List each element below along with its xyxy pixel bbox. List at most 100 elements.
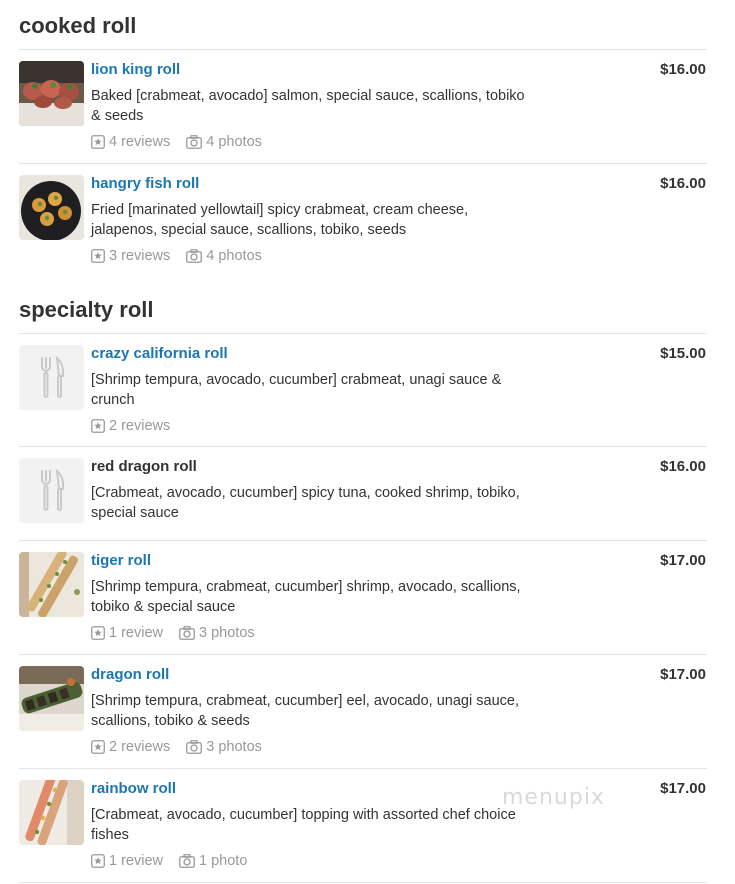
menu-item-tiger-roll: tiger roll $17.00 [Shrimp tempura, crabm… xyxy=(19,552,707,644)
item-meta: 2 reviews xyxy=(91,417,186,435)
item-photo[interactable] xyxy=(19,780,84,845)
item-meta: 1 review 3 photos xyxy=(91,624,271,642)
item-name-link[interactable]: dragon roll xyxy=(91,666,169,684)
photos-link[interactable]: 3 photos xyxy=(179,624,255,642)
description-line: & seeds xyxy=(91,108,144,124)
section-title-specialty-roll: specialty roll xyxy=(19,297,154,322)
item-photo[interactable] xyxy=(19,175,84,240)
reviews-count: 1 review xyxy=(109,625,163,641)
photos-link[interactable]: 4 photos xyxy=(186,133,262,151)
section-divider xyxy=(19,49,707,50)
reviews-link[interactable]: 1 review xyxy=(91,852,163,870)
description-line: [Shrimp tempura, crabmeat, cucumber] shr… xyxy=(91,579,521,595)
photos-link[interactable]: 4 photos xyxy=(186,247,262,265)
description-line: Fried [marinated yellowtail] spicy crabm… xyxy=(91,202,469,218)
item-description: Fried [marinated yellowtail] spicy crabm… xyxy=(91,200,561,240)
item-price: $16.00 xyxy=(660,458,706,475)
reviews-link[interactable]: 3 reviews xyxy=(91,247,170,265)
item-photo-placeholder xyxy=(19,458,84,523)
photos-count: 1 photo xyxy=(199,853,248,869)
item-name-link[interactable]: tiger roll xyxy=(91,552,151,570)
item-meta: 4 reviews 4 photos xyxy=(91,133,278,151)
reviews-count: 1 review xyxy=(109,853,163,869)
star-badge-icon xyxy=(91,135,105,149)
photos-count: 4 photos xyxy=(206,248,262,264)
item-description: [Shrimp tempura, crabmeat, cucumber] shr… xyxy=(91,577,561,617)
item-photo-placeholder xyxy=(19,345,84,410)
description-line: scallions, tobiko & seeds xyxy=(91,713,250,729)
section-divider xyxy=(19,333,707,334)
menu-item-red-dragon-roll: red dragon roll $16.00 [Crabmeat, avocad… xyxy=(19,458,707,530)
item-photo[interactable] xyxy=(19,666,84,731)
description-line: Baked [crabmeat, avocado] salmon, specia… xyxy=(91,88,525,104)
item-description: [Crabmeat, avocado, cucumber] spicy tuna… xyxy=(91,483,561,523)
reviews-link[interactable]: 2 reviews xyxy=(91,738,170,756)
item-description: [Shrimp tempura, crabmeat, cucumber] eel… xyxy=(91,691,561,731)
camera-icon xyxy=(186,249,203,263)
camera-icon xyxy=(179,854,195,868)
item-description: Baked [crabmeat, avocado] salmon, specia… xyxy=(91,86,561,126)
section-title-cooked-roll: cooked roll xyxy=(19,13,137,38)
description-line: fishes xyxy=(91,827,129,843)
reviews-count: 2 reviews xyxy=(109,739,171,755)
item-divider xyxy=(19,446,707,447)
star-badge-icon xyxy=(91,419,105,433)
item-divider xyxy=(19,163,707,164)
photos-count: 3 photos xyxy=(206,739,262,755)
menu-item-lion-king-roll: lion king roll $16.00 Baked [crabmeat, a… xyxy=(19,61,707,153)
camera-icon xyxy=(186,135,203,149)
description-line: tobiko & special sauce xyxy=(91,599,236,615)
description-line: [Crabmeat, avocado, cucumber] spicy tuna… xyxy=(91,485,520,501)
item-name-link[interactable]: lion king roll xyxy=(91,61,180,79)
reviews-count: 3 reviews xyxy=(109,248,171,264)
item-divider xyxy=(19,540,707,541)
star-badge-icon xyxy=(91,740,105,754)
item-name-link[interactable]: crazy california roll xyxy=(91,345,228,363)
description-line: crunch xyxy=(91,392,135,408)
description-line: [Crabmeat, avocado, cucumber] topping wi… xyxy=(91,807,516,823)
item-meta: 3 reviews 4 photos xyxy=(91,247,278,265)
item-price: $15.00 xyxy=(660,345,706,362)
reviews-link[interactable]: 4 reviews xyxy=(91,133,170,151)
reviews-count: 2 reviews xyxy=(109,418,171,434)
watermark: menupix xyxy=(502,785,605,810)
item-name-link[interactable]: rainbow roll xyxy=(91,780,176,798)
item-description: [Crabmeat, avocado, cucumber] topping wi… xyxy=(91,805,561,845)
menu-page: cooked roll lion king roll $16.00 Baked … xyxy=(0,0,735,884)
item-name: red dragon roll xyxy=(91,458,197,475)
camera-icon xyxy=(179,626,195,640)
fork-knife-icon xyxy=(40,468,64,511)
item-photo[interactable] xyxy=(19,61,84,126)
reviews-link[interactable]: 1 review xyxy=(91,624,163,642)
item-price: $17.00 xyxy=(660,780,706,797)
fork-knife-icon xyxy=(40,355,64,398)
star-badge-icon xyxy=(91,854,105,868)
photos-link[interactable]: 1 photo xyxy=(179,852,247,870)
description-line: [Shrimp tempura, crabmeat, cucumber] eel… xyxy=(91,693,519,709)
item-price: $17.00 xyxy=(660,666,706,683)
item-name-link[interactable]: hangry fish roll xyxy=(91,175,199,193)
item-divider xyxy=(19,882,707,883)
item-meta: 1 review 1 photo xyxy=(91,852,263,870)
description-line: jalapenos, special sauce, scallions, tob… xyxy=(91,222,407,238)
description-line: special sauce xyxy=(91,505,179,521)
item-divider xyxy=(19,654,707,655)
item-description: [Shrimp tempura, avocado, cucumber] crab… xyxy=(91,370,561,410)
menu-item-dragon-roll: dragon roll $17.00 [Shrimp tempura, crab… xyxy=(19,666,707,758)
star-badge-icon xyxy=(91,249,105,263)
item-price: $16.00 xyxy=(660,175,706,192)
menu-item-crazy-california-roll: crazy california roll $15.00 [Shrimp tem… xyxy=(19,345,707,437)
photos-link[interactable]: 3 photos xyxy=(186,738,262,756)
item-price: $16.00 xyxy=(660,61,706,78)
star-badge-icon xyxy=(91,626,105,640)
reviews-count: 4 reviews xyxy=(109,134,171,150)
photos-count: 4 photos xyxy=(206,134,262,150)
item-photo[interactable] xyxy=(19,552,84,617)
item-divider xyxy=(19,768,707,769)
photos-count: 3 photos xyxy=(199,625,255,641)
reviews-link[interactable]: 2 reviews xyxy=(91,417,170,435)
item-price: $17.00 xyxy=(660,552,706,569)
item-meta: 2 reviews 3 photos xyxy=(91,738,278,756)
camera-icon xyxy=(186,740,203,754)
description-line: [Shrimp tempura, avocado, cucumber] crab… xyxy=(91,372,502,388)
